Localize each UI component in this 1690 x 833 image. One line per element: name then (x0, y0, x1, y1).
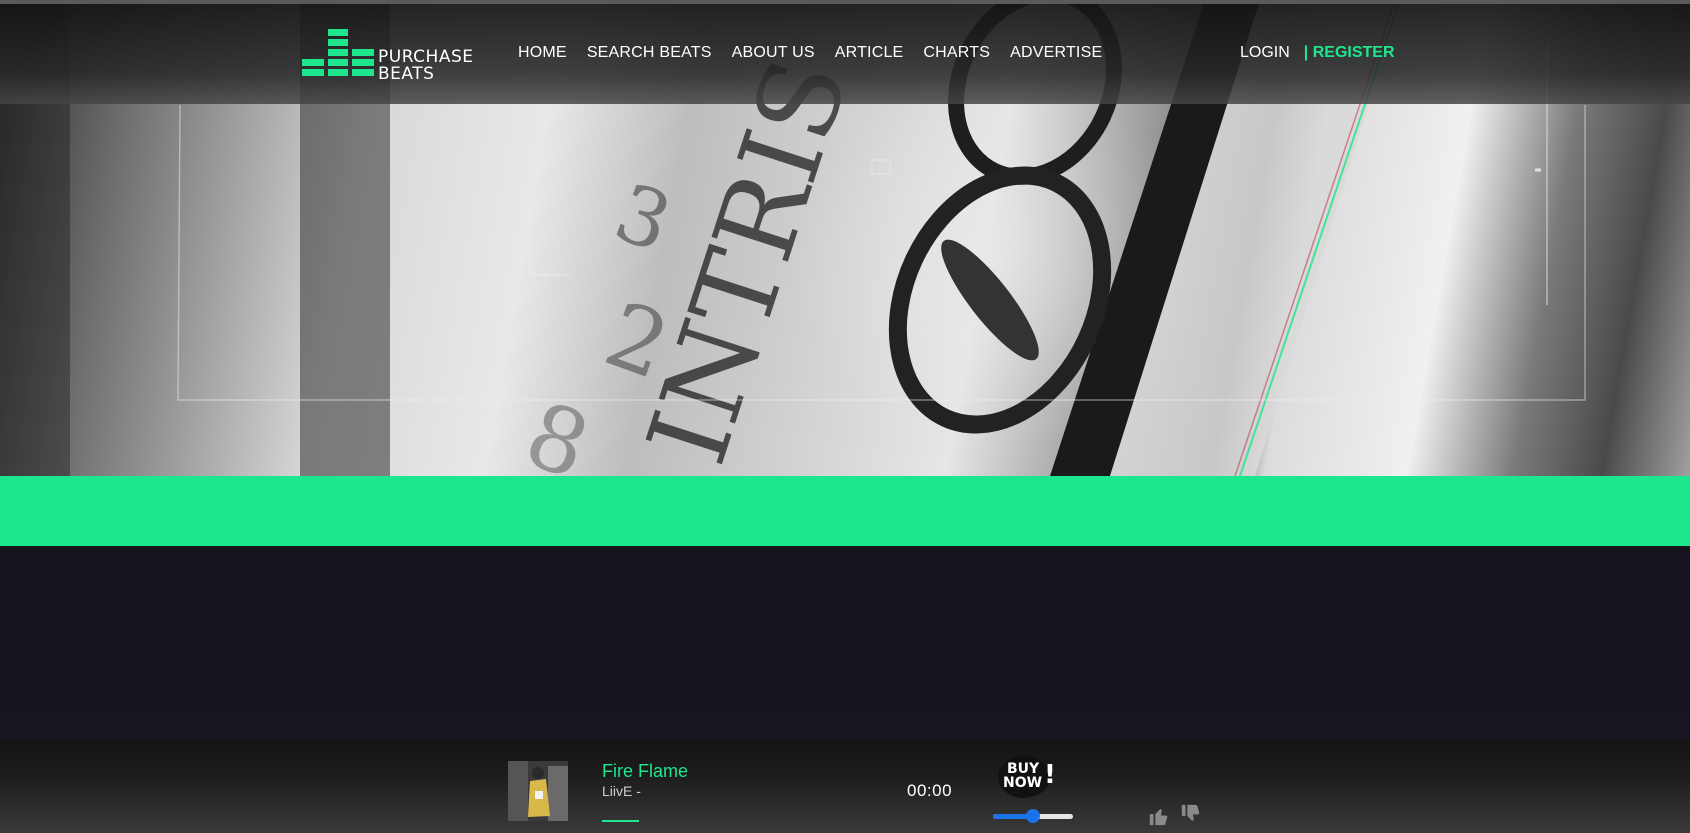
buy-now-mark: ! (1044, 760, 1056, 790)
nav-item-search-beats[interactable]: SEARCH BEATS (587, 44, 712, 62)
brand-name: PURCHASE BEATS (378, 49, 473, 83)
buy-now-badge-icon: BUY NOW ! (998, 756, 1056, 798)
track-progress-indicator (602, 820, 639, 822)
brand-logo[interactable]: PURCHASE BEATS (302, 29, 492, 85)
brand-line-2: BEATS (378, 64, 435, 84)
cover-art-image (508, 761, 568, 821)
page: INTRIS 3 2 8 PURCHASE BEATS HOME SEARCH … (0, 0, 1690, 833)
nav-item-about-us[interactable]: ABOUT US (732, 44, 815, 62)
svg-text:8: 8 (512, 382, 602, 476)
track-title[interactable]: Fire Flame (602, 761, 688, 782)
buy-now-button[interactable]: BUY NOW ! (994, 753, 1058, 798)
svg-text:INTRIS: INTRIS (623, 44, 873, 476)
nav-item-charts[interactable]: CHARTS (923, 44, 990, 62)
content-area (0, 546, 1690, 741)
accent-band (0, 476, 1690, 546)
audio-player-bar: Fire Flame LiivE - 00:00 BUY NOW ! (0, 741, 1690, 833)
nav-item-home[interactable]: HOME (518, 44, 567, 62)
nav-item-article[interactable]: ARTICLE (835, 44, 904, 62)
nav-item-advertise[interactable]: ADVERTISE (1010, 44, 1102, 62)
auth-links: LOGIN | REGISTER (1240, 44, 1395, 62)
register-link[interactable]: | REGISTER (1304, 44, 1395, 62)
thumbs-up-icon[interactable] (1148, 805, 1170, 827)
track-artist[interactable]: LiivE - (602, 783, 641, 799)
buy-now-line-2: NOW (1003, 775, 1042, 791)
login-link[interactable]: LOGIN (1240, 44, 1290, 62)
main-nav: HOME SEARCH BEATS ABOUT US ARTICLE CHART… (518, 44, 1122, 62)
svg-text:3: 3 (604, 165, 684, 270)
equalizer-logo-icon (302, 29, 374, 76)
thumbs-down-icon[interactable] (1180, 803, 1202, 825)
volume-slider[interactable] (993, 809, 1073, 823)
volume-knob[interactable] (1026, 809, 1040, 823)
site-header: PURCHASE BEATS HOME SEARCH BEATS ABOUT U… (0, 4, 1690, 104)
playback-time: 00:00 (907, 781, 953, 800)
track-cover-art[interactable] (508, 761, 568, 821)
